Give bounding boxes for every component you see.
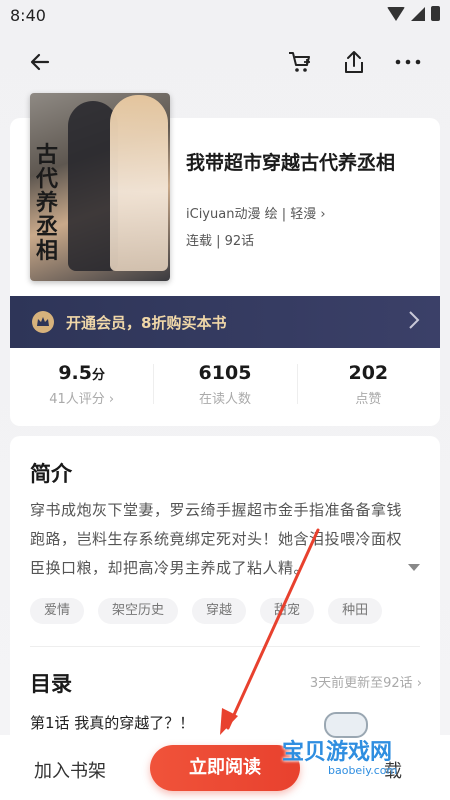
watermark-url: baobeiy.com	[328, 764, 398, 777]
catalog-title: 目录	[30, 672, 72, 696]
likes-value: 202	[348, 362, 389, 384]
wifi-icon	[387, 6, 405, 21]
status-bar: 8:40	[0, 0, 450, 32]
tag-list: 爱情 架空历史 穿越 甜宠 种田	[30, 598, 383, 624]
rating-value: 9.5	[58, 362, 92, 384]
tag-item[interactable]: 架空历史	[98, 598, 179, 624]
watermark-logo: 宝贝游戏网 baobeiy.com	[262, 712, 432, 788]
watermark-text: 宝贝游戏网	[282, 740, 393, 765]
rating-label: 41人评分 ›	[49, 392, 115, 407]
chevron-right-icon	[408, 310, 420, 334]
status-time: 8:40	[10, 6, 46, 25]
add-to-shelf-button[interactable]: 加入书架	[34, 757, 106, 783]
book-stats: 9.5分 41人评分 › 6105 在读人数 202 点赞	[10, 354, 440, 418]
share-icon[interactable]	[338, 46, 370, 78]
vip-text: 开通会员，8折购买本书	[66, 313, 227, 332]
intro-body: 穿书成炮灰下堂妻，罗云绮手握超市金手指准备备拿钱跑路，岂料生存系统竟绑定死对头！…	[30, 501, 403, 577]
readers-stat: 6105 在读人数	[153, 354, 296, 418]
likes-label: 点赞	[355, 392, 382, 407]
battery-icon	[431, 6, 440, 21]
crown-icon	[32, 311, 54, 333]
back-icon[interactable]	[24, 46, 56, 78]
catalog-update-link[interactable]: 3天前更新至92话 ›	[310, 672, 422, 691]
book-cover-image[interactable]: 古代养丞相	[30, 93, 170, 281]
expand-icon[interactable]	[408, 564, 420, 571]
readers-label: 在读人数	[198, 392, 251, 407]
chapter-item[interactable]: 第1话 我真的穿越了？！	[30, 712, 194, 733]
rating-unit: 分	[91, 368, 105, 383]
tag-item[interactable]: 甜宠	[260, 598, 315, 624]
tag-item[interactable]: 穿越	[192, 598, 247, 624]
signal-icon	[411, 6, 425, 21]
cover-figure-right	[110, 95, 168, 271]
cart-icon[interactable]	[284, 46, 316, 78]
divider	[30, 646, 420, 647]
book-author-link[interactable]: iCiyuan动漫 绘 | 轻漫 ›	[186, 203, 326, 222]
status-icons	[387, 6, 440, 21]
likes-stat[interactable]: 202 点赞	[296, 354, 440, 418]
vip-banner[interactable]: 开通会员，8折购买本书	[10, 296, 440, 348]
tag-item[interactable]: 种田	[328, 598, 383, 624]
book-title: 我带超市穿越古代养丞相	[186, 152, 396, 174]
cover-title-text: 古代养丞相	[36, 142, 59, 264]
book-status: 连载 | 92话	[186, 234, 255, 249]
toolbar	[0, 40, 450, 84]
more-icon[interactable]	[392, 46, 424, 78]
intro-title: 简介	[30, 462, 72, 486]
tag-item[interactable]: 爱情	[30, 598, 85, 624]
rating-stat[interactable]: 9.5分 41人评分 ›	[10, 354, 153, 418]
readers-value: 6105	[198, 362, 252, 384]
